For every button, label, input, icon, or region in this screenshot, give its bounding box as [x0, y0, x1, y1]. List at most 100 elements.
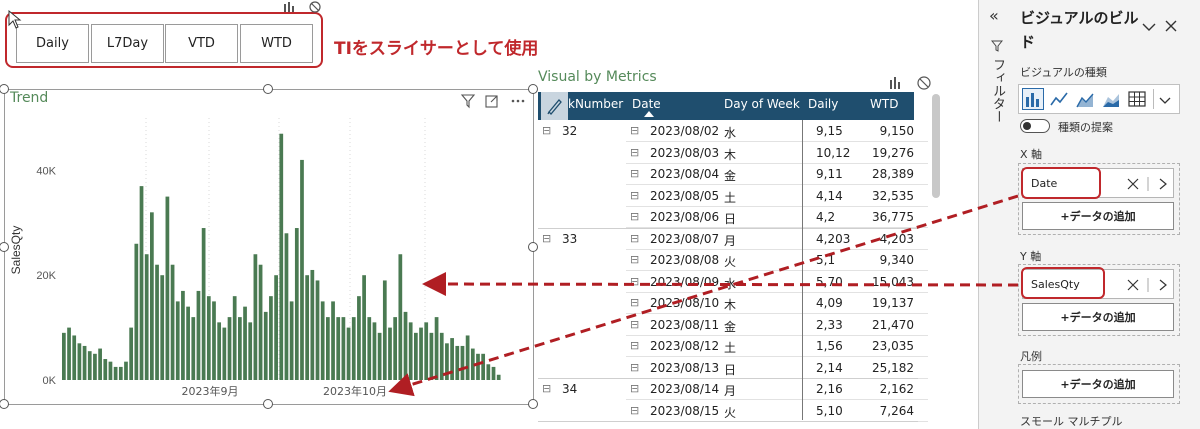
filter-pane-label: フィルター	[990, 58, 1005, 123]
date-expand-icon[interactable]: ⊟	[630, 404, 639, 417]
bar	[346, 327, 351, 380]
resize-handle[interactable]	[528, 84, 538, 94]
daily-cell: 2,16	[816, 382, 843, 396]
date-expand-icon[interactable]: ⊟	[630, 146, 639, 159]
bar	[336, 317, 341, 380]
daily-cell: 9,11	[816, 167, 843, 181]
date-expand-icon[interactable]: ⊟	[630, 189, 639, 202]
resize-handle[interactable]	[528, 242, 538, 252]
dow-cell: 日	[724, 212, 737, 226]
filter-pane-collapsed[interactable]: « フィルター	[979, 0, 1012, 429]
column-header-daily[interactable]: Daily	[808, 97, 838, 111]
bar	[103, 359, 108, 380]
bar	[476, 353, 480, 380]
add-legend-data-button[interactable]: +データの追加	[1022, 370, 1174, 398]
week-number: 32	[562, 124, 578, 138]
stacked-area-chart-icon[interactable]	[1100, 88, 1122, 110]
expand-field-icon	[1159, 279, 1167, 291]
bar	[315, 280, 320, 380]
column-header-week[interactable]: kNumber	[568, 97, 623, 111]
pane-close-icon[interactable]	[1164, 18, 1178, 37]
collapse-icon[interactable]: «	[989, 6, 999, 25]
y-tick-label: 40K	[36, 165, 56, 177]
bar	[429, 332, 434, 380]
dow-cell: 火	[724, 255, 737, 269]
date-cell: 2023/08/11	[650, 317, 720, 332]
add-x-data-button[interactable]: +データの追加	[1022, 202, 1174, 230]
bar	[181, 290, 185, 380]
bar	[367, 317, 372, 380]
wtd-cell: 4,203	[879, 231, 914, 246]
date-expand-icon[interactable]: ⊟	[630, 339, 639, 352]
table-row: ⊟ 32 ⊟ 2023/08/02 水 9,15 9,150	[538, 121, 928, 142]
bar	[486, 364, 491, 380]
bar	[238, 317, 242, 380]
bar	[191, 317, 196, 380]
table-scrollbar[interactable]	[932, 94, 940, 198]
daily-cell: 4,09	[816, 296, 843, 310]
date-cell: 2023/08/07	[650, 231, 720, 246]
bar	[424, 322, 429, 380]
bar	[144, 254, 149, 380]
dow-cell: 水	[724, 276, 737, 291]
table-row: ⊟ 2023/08/15 火 5,10 7,264	[538, 401, 928, 422]
date-expand-icon[interactable]: ⊟	[630, 318, 639, 331]
line-chart-icon[interactable]	[1048, 88, 1070, 110]
date-expand-icon[interactable]: ⊟	[630, 210, 639, 223]
daily-cell: 5,10	[816, 403, 843, 418]
bar	[450, 338, 454, 380]
clustered-column-chart-icon[interactable]	[1022, 88, 1044, 110]
chevron-down-icon[interactable]	[1158, 92, 1172, 111]
bar	[62, 332, 66, 380]
resize-handle[interactable]	[263, 399, 273, 409]
table-row: ⊟ 2023/08/04 金 9,11 28,389	[538, 164, 928, 185]
bar	[113, 366, 118, 380]
y-tick-label: 20K	[36, 270, 56, 282]
x-tick-label: 2023年9月	[182, 384, 239, 398]
y-field-highlight	[1021, 267, 1105, 299]
expand-field-icon	[1159, 178, 1167, 190]
date-cell: 2023/08/03	[650, 145, 720, 160]
week-expand-icon[interactable]: ⊟	[542, 124, 551, 137]
date-expand-icon[interactable]: ⊟	[630, 253, 639, 266]
dow-cell: 金	[724, 169, 737, 183]
suggest-toggle[interactable]	[1020, 119, 1050, 133]
date-expand-icon[interactable]: ⊟	[630, 275, 639, 288]
legend-label: 凡例	[1020, 350, 1042, 363]
y-axis-label-pane: Y 軸	[1020, 250, 1042, 263]
format-brush-icon[interactable]	[541, 92, 568, 120]
date-expand-icon[interactable]: ⊟	[630, 232, 639, 245]
bar	[87, 351, 92, 380]
resize-handle[interactable]	[263, 84, 273, 94]
table-title: Visual by Metrics	[538, 69, 657, 85]
date-expand-icon[interactable]: ⊟	[630, 296, 639, 309]
date-expand-icon[interactable]: ⊟	[630, 382, 639, 395]
column-header-date[interactable]: Date	[632, 97, 661, 111]
bar	[150, 212, 154, 380]
bar	[388, 327, 392, 380]
date-cell: 2023/08/05	[650, 188, 720, 203]
bar	[134, 243, 139, 380]
resize-handle[interactable]	[528, 399, 538, 409]
bar	[248, 322, 253, 380]
column-header-dow[interactable]: Day of Week	[724, 97, 800, 111]
date-expand-icon[interactable]: ⊟	[630, 167, 639, 180]
date-expand-icon[interactable]: ⊟	[630, 124, 639, 137]
table-icon[interactable]	[1126, 88, 1148, 110]
bar	[289, 301, 294, 380]
pane-chevron-icon[interactable]	[1142, 20, 1156, 36]
bar	[362, 275, 366, 380]
table-header-icons[interactable]	[888, 75, 934, 95]
bar	[470, 348, 475, 380]
add-y-data-button[interactable]: +データの追加	[1022, 303, 1174, 331]
column-header-wtd[interactable]: WTD	[870, 97, 898, 111]
area-chart-icon[interactable]	[1074, 88, 1096, 110]
bar	[175, 301, 180, 380]
week-expand-icon[interactable]: ⊟	[542, 382, 551, 395]
bar	[351, 317, 356, 380]
week-expand-icon[interactable]: ⊟	[542, 232, 551, 245]
daily-cell: 5,70	[816, 274, 843, 289]
date-expand-icon[interactable]: ⊟	[630, 361, 639, 374]
bar	[455, 345, 460, 380]
table-row: ⊟ 33 ⊟ 2023/08/07 月 4,203 4,203	[538, 229, 928, 250]
